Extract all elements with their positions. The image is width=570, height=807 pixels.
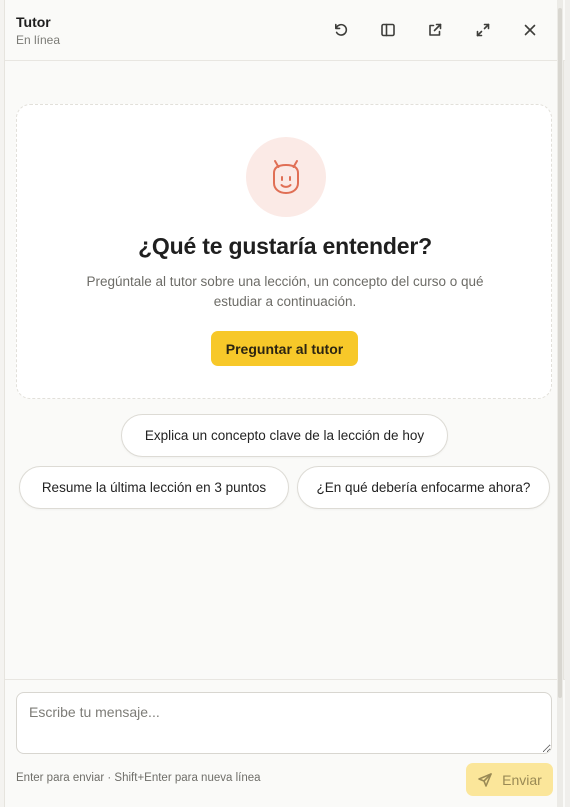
message-input[interactable] bbox=[16, 692, 552, 754]
suggestion-chip[interactable]: ¿En qué debería enfocarme ahora? bbox=[297, 466, 550, 509]
send-button[interactable]: Enviar bbox=[466, 763, 553, 796]
ask-tutor-button[interactable]: Preguntar al tutor bbox=[211, 331, 358, 366]
scrollbar-thumb[interactable] bbox=[558, 8, 562, 698]
welcome-card: ¿Qué te gustaría entender? Pregúntale al… bbox=[16, 104, 552, 399]
send-button-label: Enviar bbox=[502, 771, 542, 788]
keyboard-hint: Enter para enviar · Shift+Enter para nue… bbox=[16, 772, 261, 784]
message-composer: Enter para enviar · Shift+Enter para nue… bbox=[5, 679, 565, 807]
tutor-avatar bbox=[246, 137, 326, 217]
tutor-face-icon bbox=[273, 160, 299, 194]
tutor-chat-panel: Tutor En línea ¿Qué te gustaría entender… bbox=[4, 0, 565, 807]
welcome-description: Pregúntale al tutor sobre una lección, u… bbox=[86, 274, 484, 309]
panel-title: Tutor bbox=[16, 14, 51, 30]
suggestion-chip[interactable]: Explica un concepto clave de la lección … bbox=[121, 414, 448, 457]
send-icon bbox=[478, 772, 492, 787]
close-icon[interactable] bbox=[519, 19, 541, 41]
online-status: En línea bbox=[16, 33, 61, 47]
reset-icon[interactable] bbox=[330, 19, 352, 41]
sidebar-icon[interactable] bbox=[377, 19, 399, 41]
suggestion-chip[interactable]: Resume la última lección en 3 puntos bbox=[19, 466, 289, 509]
scrollbar[interactable] bbox=[557, 0, 563, 807]
welcome-title: ¿Qué te gustaría entender? bbox=[138, 233, 432, 259]
panel-header: Tutor En línea bbox=[5, 0, 565, 61]
expand-icon[interactable] bbox=[472, 19, 494, 41]
external-link-icon[interactable] bbox=[424, 19, 446, 41]
